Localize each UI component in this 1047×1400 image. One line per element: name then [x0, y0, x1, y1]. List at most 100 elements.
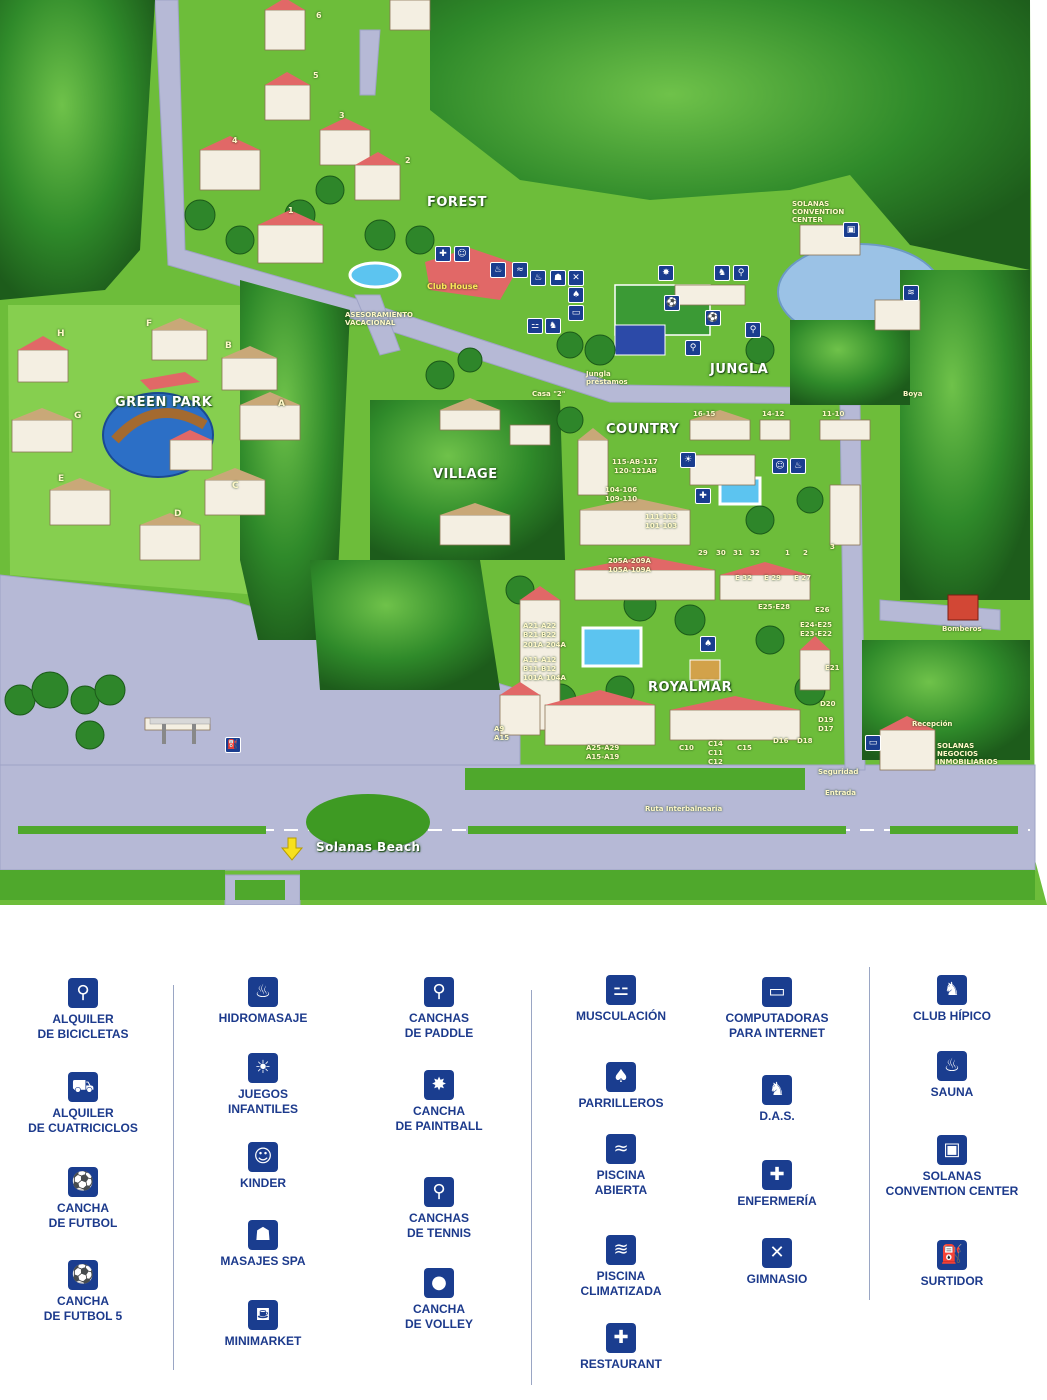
- legend-label-line: HIDROMASAJE: [218, 1011, 308, 1025]
- legend-item-surtidor[interactable]: ⛽ SURTIDOR: [877, 1240, 1027, 1289]
- legend-label-line: CANCHA: [413, 1302, 465, 1316]
- map-hidromasaje-icon[interactable]: ♨: [490, 262, 506, 278]
- gp-letter-b: B: [225, 341, 232, 351]
- legend-item-club-hipico[interactable]: ♞ CLUB HÍPICO: [877, 975, 1027, 1024]
- map-soccer5-icon[interactable]: ⚽: [705, 310, 721, 326]
- map-illustration: [0, 0, 1047, 905]
- legend-item-cancha-futbol[interactable]: ⚽ CANCHA DE FUTBOL: [8, 1167, 158, 1231]
- quad-icon: ⛟: [68, 1072, 98, 1102]
- map-paintball-icon[interactable]: ✸: [658, 265, 674, 281]
- legend-item-masajes-spa[interactable]: ☗ MASAJES SPA: [188, 1220, 338, 1269]
- country-label-101-103: 101-103: [645, 522, 678, 530]
- map-soccer-icon[interactable]: ⚽: [664, 295, 680, 311]
- map-bicycle-icon[interactable]: ⚲: [733, 265, 749, 281]
- legend-label-line: CLUB HÍPICO: [913, 1009, 991, 1023]
- royalmar-label-e24: E24-E25: [800, 621, 832, 629]
- royalmar-label-c15: C15: [737, 744, 752, 752]
- map-country-kinder-icon[interactable]: ☺: [772, 458, 788, 474]
- legend-item-enfermeria[interactable]: ✚ ENFERMERÍA: [702, 1160, 852, 1209]
- forest-number-2: 2: [405, 156, 411, 165]
- country-label-115-117: 115-AB-117: [612, 458, 658, 466]
- map-pool-heated-icon[interactable]: ≋: [903, 285, 919, 301]
- soccer5-icon: ⚽: [68, 1260, 98, 1290]
- legend-label-line: CANCHA: [57, 1201, 109, 1215]
- nursing-cross-icon: ✚: [762, 1160, 792, 1190]
- country-label-11-10: 11-10: [822, 410, 845, 418]
- map-nursing-cross-icon[interactable]: ✚: [695, 488, 711, 504]
- legend-item-das[interactable]: ♞ D.A.S.: [702, 1075, 852, 1124]
- tennis-icon: ⚲: [424, 1177, 454, 1207]
- legend-item-musculacion[interactable]: ⚍ MUSCULACIÓN: [546, 975, 696, 1024]
- map-convention-icon[interactable]: ▣: [843, 222, 859, 238]
- map-playground-icon[interactable]: ☀: [680, 452, 696, 468]
- legend-item-sauna[interactable]: ♨ SAUNA: [877, 1051, 1027, 1100]
- gp-letter-e: E: [58, 474, 65, 484]
- map-paddle-icon[interactable]: ⚲: [745, 322, 761, 338]
- legend-item-minimarket[interactable]: ⛾ MINIMARKET: [188, 1300, 338, 1349]
- map-gym-icon[interactable]: ✕: [568, 270, 584, 286]
- convention-line-3: CENTER: [792, 216, 823, 224]
- map-grill-icon[interactable]: ♠: [568, 287, 584, 303]
- legend-item-juegos-infantiles[interactable]: ☀ JUEGOS INFANTILES: [188, 1053, 338, 1117]
- map-grill-royalmar-icon[interactable]: ♠: [700, 636, 716, 652]
- map-fuel-pump-icon[interactable]: ⛽: [225, 737, 241, 753]
- legend-label-line: DE CUATRICICLOS: [28, 1121, 138, 1135]
- country-label-109-110: 109-110: [605, 495, 638, 503]
- map-masajes-icon[interactable]: ☗: [550, 270, 566, 286]
- negocios-line-2: NEGOCIOS: [937, 750, 979, 758]
- legend-label-line: DE FUTBOL 5: [43, 1309, 123, 1323]
- map-kinder-icon[interactable]: ☺: [454, 246, 470, 262]
- royalmar-label-101a: 101A-104A: [523, 674, 566, 682]
- map-computer-icon[interactable]: ▭: [568, 305, 584, 321]
- map-horse-icon[interactable]: ♞: [714, 265, 730, 281]
- legend-item-cancha-paintball[interactable]: ✸ CANCHA DE PAINTBALL: [364, 1070, 514, 1134]
- legend-item-alquiler-bicicletas[interactable]: ⚲ ALQUILER DE BICICLETAS: [8, 978, 158, 1042]
- legend-label-line: CANCHA: [57, 1294, 109, 1308]
- legend-item-cancha-futbol-5[interactable]: ⚽ CANCHA DE FUTBOL 5: [8, 1260, 158, 1324]
- country-label-31: 31: [733, 549, 743, 557]
- map-country-hidro-icon[interactable]: ♨: [790, 458, 806, 474]
- legend-item-gimnasio[interactable]: ✕ GIMNASIO: [702, 1238, 852, 1287]
- legend-item-piscina-climatizada[interactable]: ≋ PISCINA CLIMATIZADA: [546, 1235, 696, 1299]
- map-pool-icon[interactable]: ≈: [512, 262, 528, 278]
- legend-label-line: MINIMARKET: [224, 1334, 302, 1348]
- legend-item-restaurant[interactable]: ✚ RESTAURANT: [546, 1323, 696, 1372]
- country-label-2: 2: [803, 549, 808, 557]
- asesoramiento-line-2: VACACIONAL: [345, 319, 396, 327]
- legend-item-hidromasaje[interactable]: ♨ HIDROMASAJE: [188, 977, 338, 1026]
- map-tennis-icon[interactable]: ⚲: [685, 340, 701, 356]
- forest-number-5: 5: [313, 71, 319, 80]
- royalmar-label-a9: A9: [494, 725, 505, 733]
- country-label-104-106: 104-106: [605, 486, 638, 494]
- resort-map: FOREST GREEN PARK VILLAGE COUNTRY JUNGLA…: [0, 0, 1047, 905]
- legend-item-parrilleros[interactable]: ♠ PARRILLEROS: [546, 1062, 696, 1111]
- legend-label-line: KINDER: [239, 1176, 286, 1190]
- negocios-label: SOLANAS NEGOCIOS INMOBILIARIOS: [937, 742, 998, 766]
- country-label-111-113: 111-113: [645, 513, 678, 521]
- paddle-icon: ⚲: [424, 977, 454, 1007]
- legend-item-alquiler-cuatriciclos[interactable]: ⛟ ALQUILER DE CUATRICICLOS: [8, 1072, 158, 1136]
- map-das-icon[interactable]: ♞: [545, 318, 561, 334]
- ruta-label: Ruta Interbalnearia: [645, 805, 723, 813]
- royalmar-label-c11: C11: [708, 749, 723, 757]
- cart-icon: ⛾: [248, 1300, 278, 1330]
- legend-item-computadoras[interactable]: ▭ COMPUTADORAS PARA INTERNET: [702, 977, 852, 1041]
- legend-item-kinder[interactable]: ☺ KINDER: [188, 1142, 338, 1191]
- tennis-court: [614, 324, 666, 356]
- country-label-16-15: 16-15: [693, 410, 716, 418]
- legend-item-canchas-paddle[interactable]: ⚲ CANCHAS DE PADDLE: [364, 977, 514, 1041]
- map-computer-recepcion-icon[interactable]: ▭: [865, 735, 881, 751]
- forest-number-1: 1: [288, 206, 294, 215]
- legend-item-piscina-abierta[interactable]: ≈ PISCINA ABIERTA: [546, 1134, 696, 1198]
- zone-village-label: VILLAGE: [433, 467, 498, 482]
- map-dumbbell-icon[interactable]: ⚍: [527, 318, 543, 334]
- legend-item-cancha-volley[interactable]: ● CANCHA DE VOLLEY: [364, 1268, 514, 1332]
- convention-icon: ▣: [937, 1135, 967, 1165]
- legend-item-solanas-convention-center[interactable]: ▣ SOLANAS CONVENTION CENTER: [877, 1135, 1027, 1199]
- recepcion-label: Recepción: [912, 720, 953, 728]
- legend-label-line: CLIMATIZADA: [580, 1284, 662, 1298]
- forest-number-3: 3: [339, 111, 345, 120]
- map-restaurant-icon[interactable]: ✚: [435, 246, 451, 262]
- legend-item-canchas-tennis[interactable]: ⚲ CANCHAS DE TENNIS: [364, 1177, 514, 1241]
- map-sauna-icon[interactable]: ♨: [530, 270, 546, 286]
